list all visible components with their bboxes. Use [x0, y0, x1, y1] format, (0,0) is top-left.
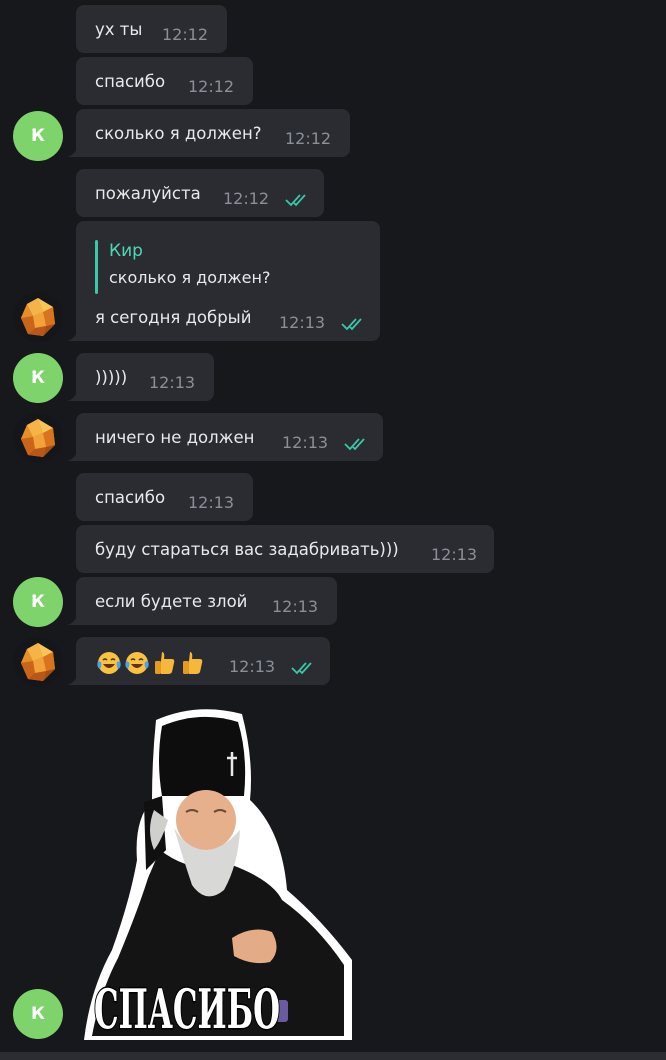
orange-icosahedron-icon: [21, 643, 55, 681]
message-text: спасибо: [95, 72, 166, 91]
avatar[interactable]: [13, 413, 63, 463]
message-time: 12:13: [431, 545, 478, 564]
thumbs-up-icon: [155, 652, 175, 674]
message-text: если будете злой: [95, 592, 248, 611]
face-with-tears-of-joy-icon: [125, 652, 149, 674]
message-time: 12:13: [282, 433, 329, 452]
double-check-icon: [344, 438, 365, 451]
avatar-letter: К: [31, 126, 45, 146]
orange-icosahedron-icon: [21, 419, 55, 457]
reply-author[interactable]: Кир: [109, 241, 143, 261]
message-bubble[interactable]: сколько я должен? 12:12: [67, 109, 350, 157]
message-time: 12:13: [149, 373, 196, 392]
avatar[interactable]: [13, 637, 63, 687]
avatar[interactable]: [13, 292, 63, 342]
avatar[interactable]: К: [13, 577, 63, 627]
bubble-tail: [67, 675, 77, 685]
bubble-tail: [67, 391, 77, 401]
reply-quote[interactable]: сколько я должен?: [109, 268, 270, 287]
avatar-letter: К: [31, 368, 45, 388]
bubble-tail: [67, 451, 77, 461]
message-bubble[interactable]: буду стараться вас задабривать))) 12:13: [76, 525, 494, 573]
message-time: 12:13: [272, 597, 319, 616]
bubble-tail: [67, 615, 77, 625]
orange-icosahedron-icon: [21, 298, 55, 336]
reply-accent-bar: [95, 240, 98, 294]
message-text: ух ты: [95, 20, 143, 39]
message-text: я сегодня добрый: [95, 308, 252, 327]
emoji-row: [95, 649, 207, 677]
avatar[interactable]: К: [13, 111, 63, 161]
bubble-tail: [67, 331, 77, 341]
message-text: пожалуйста: [95, 184, 201, 203]
composer-bar: [0, 1052, 666, 1060]
message-time: 12:12: [162, 25, 209, 44]
message-time: 12:12: [188, 77, 235, 96]
message-text: спасибо: [95, 488, 166, 507]
double-check-icon: [341, 318, 362, 331]
message-bubble[interactable]: если будете злой 12:13: [67, 577, 337, 625]
message-time: 12:13: [188, 493, 235, 512]
bubble-tail: [67, 147, 77, 157]
message-bubble[interactable]: 12:13: [67, 637, 330, 685]
message-bubble[interactable]: ничего не должен 12:13: [67, 413, 383, 461]
message-text: буду стараться вас задабривать))): [95, 540, 399, 559]
double-check-icon: [285, 194, 306, 207]
avatar-letter: К: [31, 1004, 45, 1024]
message-bubble[interactable]: спасибо 12:13: [76, 473, 253, 521]
message-bubble[interactable]: спасибо 12:12: [76, 57, 253, 105]
message-bubble-reply[interactable]: Кир сколько я должен? я сегодня добрый 1…: [67, 221, 380, 341]
double-check-icon: [291, 662, 312, 675]
face-with-tears-of-joy-icon: [97, 652, 121, 674]
avatar[interactable]: К: [13, 353, 63, 403]
message-time: 12:12: [285, 129, 332, 148]
sticker-spasibo[interactable]: СПАСИБО: [82, 700, 358, 1045]
message-bubble[interactable]: ух ты 12:12: [76, 5, 227, 53]
sticker-caption: СПАСИБО: [94, 977, 280, 1041]
message-bubble[interactable]: ))))) 12:13: [67, 353, 214, 401]
message-bubble[interactable]: пожалуйста 12:12: [76, 169, 324, 217]
message-time: 12:13: [279, 313, 326, 332]
thumbs-up-icon: [183, 652, 203, 674]
message-time: 12:12: [223, 189, 270, 208]
avatar[interactable]: К: [13, 989, 63, 1039]
avatar-letter: К: [31, 592, 45, 612]
message-text: сколько я должен?: [95, 124, 262, 143]
message-time: 12:13: [229, 657, 276, 676]
message-text: ничего не должен: [95, 428, 255, 447]
message-text: ))))): [95, 368, 128, 387]
